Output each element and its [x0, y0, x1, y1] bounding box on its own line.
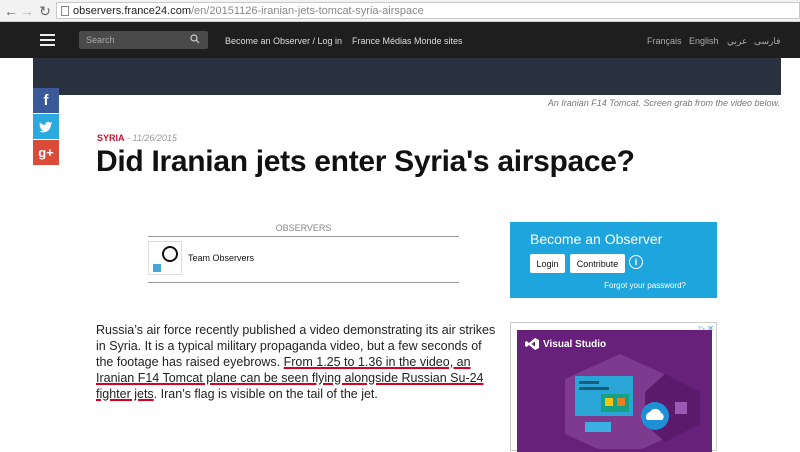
search-input[interactable]: [86, 35, 181, 45]
page-icon: [61, 5, 69, 16]
twitter-share-button[interactable]: [33, 114, 59, 139]
forward-icon[interactable]: →: [18, 2, 36, 20]
search-box[interactable]: [79, 31, 208, 49]
fmm-sites-link[interactable]: France Médias Monde sites: [352, 36, 463, 46]
body-text-end: . Iran’s flag is visible on the tail of …: [153, 387, 378, 401]
article-body: Russia’s air force recently published a …: [96, 322, 496, 402]
facebook-share-button[interactable]: f: [33, 88, 59, 113]
observer-name[interactable]: Team Observers: [188, 253, 254, 263]
lang-arabic[interactable]: عربي: [727, 36, 747, 47]
reload-icon[interactable]: ↻: [36, 2, 54, 20]
facebook-icon: f: [43, 92, 49, 109]
info-icon[interactable]: i: [629, 255, 643, 269]
visual-studio-logo-icon: [525, 338, 539, 350]
googleplus-icon: g+: [38, 145, 54, 160]
login-link[interactable]: Become an Observer / Log in: [225, 36, 342, 46]
twitter-icon: [39, 121, 53, 132]
site-nav: Become an Observer / Log in France Média…: [0, 22, 800, 58]
url-path: /en/20151126-iranian-jets-tomcat-syria-a…: [191, 4, 424, 17]
menu-icon[interactable]: [40, 34, 55, 46]
divider: [148, 282, 459, 283]
login-button[interactable]: Login: [530, 254, 565, 273]
advertisement[interactable]: ▷ ✕ Visual Studio: [510, 322, 717, 452]
category-link[interactable]: SYRIA: [97, 133, 125, 143]
ad-illustration: [565, 354, 700, 449]
eye-logo-icon: [162, 246, 178, 262]
lang-persian[interactable]: فارسی: [754, 36, 780, 47]
hero-image: [33, 58, 781, 95]
article-meta: SYRIA - 11/26/2015: [97, 133, 177, 143]
search-icon[interactable]: [190, 34, 200, 44]
observers-box: OBSERVERS Team Observers: [148, 223, 459, 283]
lang-french[interactable]: Français: [647, 36, 682, 46]
ad-banner[interactable]: Visual Studio: [517, 330, 712, 452]
observers-label: OBSERVERS: [148, 223, 459, 237]
googleplus-share-button[interactable]: g+: [33, 140, 59, 165]
ad-brand: Visual Studio: [543, 339, 607, 350]
hero-caption: An Iranian F14 Tomcat. Screen grab from …: [547, 98, 780, 108]
page-title: Did Iranian jets enter Syria's airspace?: [96, 145, 635, 178]
forgot-password-link[interactable]: Forgot your password?: [604, 281, 686, 290]
observer-panel-title: Become an Observer: [530, 231, 663, 247]
observer-panel: Become an Observer Login Contribute i Fo…: [510, 222, 717, 298]
flag-icon: [153, 264, 161, 272]
browser-toolbar: ← → ↻ observers.france24.com/en/20151126…: [0, 0, 800, 22]
avatar[interactable]: [148, 241, 182, 275]
article-date: - 11/26/2015: [124, 133, 177, 143]
address-bar[interactable]: observers.france24.com/en/20151126-irani…: [56, 2, 800, 19]
contribute-button[interactable]: Contribute: [570, 254, 625, 273]
lang-english[interactable]: English: [689, 36, 719, 46]
url-host: observers.france24.com: [73, 4, 191, 17]
